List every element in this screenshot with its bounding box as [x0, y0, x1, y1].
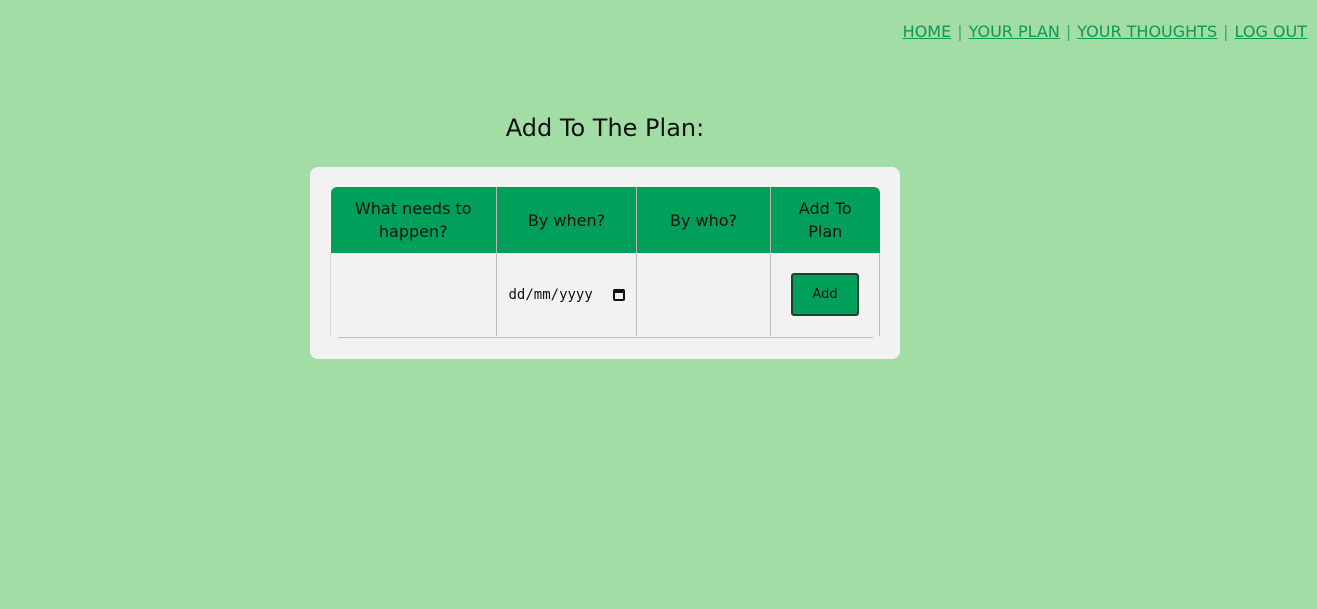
nav-separator: |: [957, 22, 963, 41]
date-input-cell[interactable]: dd/mm/yyyy: [496, 253, 637, 336]
header-by-who: By who?: [636, 187, 771, 253]
top-nav: HOME | YOUR PLAN | YOUR THOUGHTS | LOG OUT: [903, 22, 1307, 41]
task-input-cell[interactable]: [330, 253, 497, 336]
nav-your-plan-link[interactable]: YOUR PLAN: [969, 22, 1060, 41]
table-row: dd/mm/yyyy Add: [330, 253, 880, 336]
date-field[interactable]: dd/mm/yyyy: [509, 287, 625, 303]
plan-table: What needs to happen? By when? By who? A…: [330, 187, 880, 336]
nav-separator: |: [1223, 22, 1229, 41]
calendar-icon[interactable]: [612, 288, 625, 301]
header-by-when: By when?: [496, 187, 637, 253]
table-bottom-divider: [338, 337, 873, 338]
nav-log-out-link[interactable]: LOG OUT: [1235, 22, 1308, 41]
nav-home-link[interactable]: HOME: [903, 22, 952, 41]
plan-card: What needs to happen? By when? By who? A…: [310, 167, 900, 359]
header-what-needs-to-happen: What needs to happen?: [330, 187, 497, 253]
header-add-to-plan: Add To Plan: [770, 187, 880, 253]
assignee-input-cell[interactable]: [636, 253, 771, 336]
nav-separator: |: [1065, 22, 1072, 41]
add-button[interactable]: Add: [791, 273, 859, 316]
nav-your-thoughts-link[interactable]: YOUR THOUGHTS: [1077, 22, 1217, 41]
page-title: Add To The Plan:: [505, 114, 705, 142]
add-button-cell: Add: [770, 253, 880, 336]
date-placeholder: dd/mm/yyyy: [508, 286, 593, 303]
table-header-row: What needs to happen? By when? By who? A…: [330, 187, 880, 253]
